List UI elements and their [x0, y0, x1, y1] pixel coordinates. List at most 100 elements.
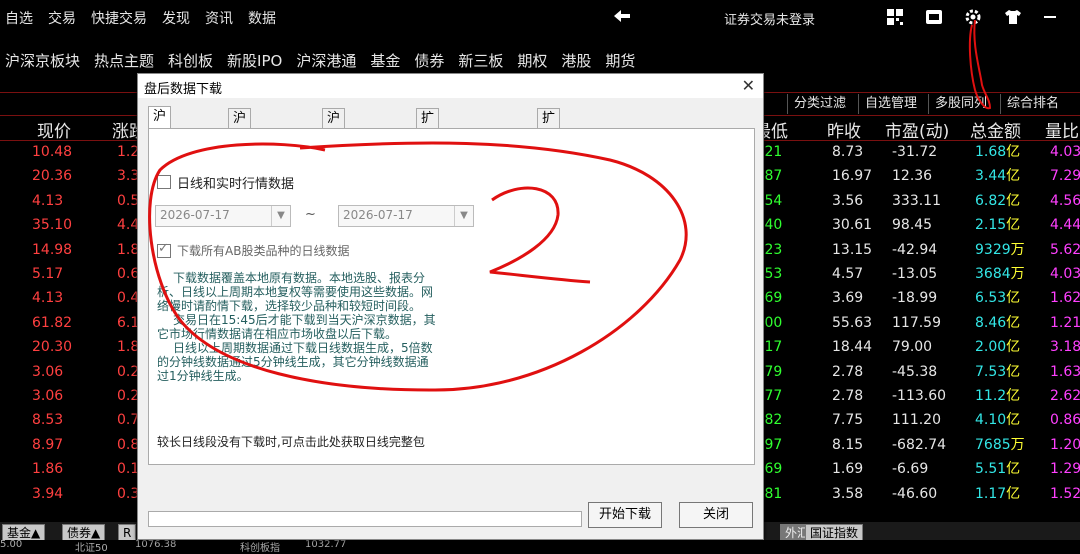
- status-bar: 5.00 北证50 1076.38 科创板指 1032.77: [0, 539, 1080, 554]
- nav-item[interactable]: 新三板: [458, 50, 503, 71]
- note-line: 它市场行情数据请在相应市场收盘以后下载。: [157, 327, 398, 341]
- daily-data-checkbox[interactable]: [157, 175, 171, 189]
- close-icon[interactable]: ✕: [742, 76, 755, 95]
- nav-item[interactable]: 热点主题: [94, 50, 154, 71]
- tab-timeshare[interactable]: 沪深京分时图: [322, 108, 346, 226]
- cell-amount: 11.2亿: [975, 384, 1020, 408]
- cell-pe: -6.69: [892, 461, 929, 478]
- top-menu-discover[interactable]: 发现: [162, 8, 190, 28]
- date-from-picker[interactable]: 2026-07-17 ▼: [155, 205, 291, 227]
- col-pe[interactable]: 市盈(动): [885, 117, 949, 142]
- dialog-title-bar[interactable]: 盘后数据下载 ✕: [138, 74, 763, 98]
- multi-stock-button[interactable]: 多股同列: [928, 94, 993, 114]
- cell-chg: 0.5: [117, 192, 140, 209]
- cell-amount-number: 2.15: [975, 217, 1007, 234]
- cell-price: 3.94: [32, 485, 64, 502]
- top-menu-watchlist[interactable]: 自选: [5, 8, 33, 28]
- chevron-down-icon[interactable]: ▼: [454, 206, 473, 226]
- nav-item[interactable]: 港股: [561, 50, 591, 71]
- cell-price: 4.13: [32, 290, 64, 307]
- cell-price: 20.36: [32, 168, 73, 185]
- watchlist-manage-button[interactable]: 自选管理: [858, 94, 923, 114]
- tab-ext-minute[interactable]: 扩展市场行情分钟线: [537, 108, 561, 286]
- cell-prev: 1.69: [832, 461, 864, 478]
- cell-prev: 8.73: [832, 144, 864, 160]
- cell-ratio: 2.62: [1050, 388, 1080, 404]
- cell-amount-unit: 亿: [1006, 388, 1021, 404]
- tab-daily[interactable]: 沪深京日线: [148, 106, 172, 204]
- cell-amount-number: 7685: [975, 436, 1011, 453]
- nav-item[interactable]: 基金: [370, 50, 400, 71]
- cell-amount: 4.10亿: [975, 408, 1020, 432]
- tab-minute[interactable]: 沪深京分钟线: [228, 108, 252, 226]
- cell-ratio: 1.62: [1050, 290, 1080, 307]
- ab-shares-checkbox[interactable]: [157, 241, 171, 258]
- cell-amount-unit: 亿: [1006, 217, 1021, 234]
- cell-ratio: 4.03: [1050, 144, 1080, 160]
- nav-item[interactable]: 债券: [414, 50, 444, 71]
- cell-amount-unit: 亿: [1006, 485, 1021, 502]
- nav-item[interactable]: 新股IPO: [227, 50, 282, 71]
- cell-chg: 4.4: [117, 217, 140, 234]
- cell-price: 61.82: [32, 314, 73, 331]
- cell-amount-number: 8.46: [975, 314, 1007, 331]
- nav-item[interactable]: 沪深京板块: [5, 50, 80, 71]
- back-arrow-icon[interactable]: [612, 6, 632, 31]
- close-button[interactable]: 关闭: [679, 502, 753, 528]
- cell-price: 3.06: [32, 388, 64, 404]
- col-volume-ratio[interactable]: 量比: [1045, 117, 1079, 142]
- cell-price: 10.48: [32, 144, 73, 160]
- cell-pe: 333.11: [892, 192, 941, 209]
- cell-ratio: 4.56: [1050, 192, 1080, 209]
- top-menu-news[interactable]: 资讯: [205, 8, 233, 28]
- nav-item[interactable]: 期货: [605, 50, 635, 71]
- cell-price: 8.53: [32, 412, 64, 429]
- cell-amount: 3.44亿: [975, 164, 1020, 188]
- cell-amount-unit: 亿: [1006, 290, 1021, 307]
- cell-chg: 3.3: [117, 168, 140, 185]
- cell-amount-unit: 亿: [1006, 339, 1021, 356]
- login-status[interactable]: 证券交易未登录: [724, 9, 815, 28]
- fs-icon[interactable]: [925, 8, 943, 26]
- nav-item[interactable]: 科创板: [168, 50, 213, 71]
- top-menu-quick-trade[interactable]: 快捷交易: [91, 8, 147, 28]
- layout-icon[interactable]: [886, 8, 904, 26]
- top-menu-trade[interactable]: 交易: [48, 8, 76, 28]
- col-amount[interactable]: 总金额: [970, 117, 1021, 142]
- full-package-link[interactable]: 较长日线段没有下载时,可点击此处获取日线完整包: [157, 433, 425, 450]
- shirt-icon[interactable]: [1004, 8, 1022, 26]
- status-item: 1076.38: [135, 539, 177, 550]
- col-price[interactable]: 现价: [37, 117, 71, 142]
- note-line: 交易日在15:45后才能下载到当天沪深京数据，其: [173, 313, 436, 327]
- cell-pe: 79.00: [892, 339, 933, 356]
- date-to-value: 2026-07-17: [343, 208, 413, 222]
- cell-amount-unit: 万: [1010, 241, 1025, 258]
- cell-prev: 3.69: [832, 290, 864, 307]
- nav-item[interactable]: 期权: [517, 50, 547, 71]
- tab-ext-daily[interactable]: 扩展市场行情日线: [416, 108, 440, 266]
- cell-chg: 0.2: [117, 388, 140, 404]
- note-line: 日线以上周期数据通过下载日线数据生成，5倍数: [173, 341, 433, 355]
- note-line: 析、日线以上周期本地复权等需要使用这些数据。网: [157, 285, 434, 299]
- nav-item[interactable]: 沪深港通: [296, 50, 356, 71]
- cell-price: 14.98: [32, 241, 73, 258]
- cell-amount-number: 7.53: [975, 363, 1007, 380]
- cell-ratio: 1.63: [1050, 363, 1080, 380]
- cell-prev: 2.78: [832, 363, 864, 380]
- gear-icon[interactable]: [964, 8, 982, 26]
- cell-prev: 18.44: [832, 339, 873, 356]
- filter-button[interactable]: 分类过滤: [787, 94, 852, 114]
- cell-pe: 117.59: [892, 314, 941, 331]
- cell-chg: 0.6: [117, 266, 140, 282]
- minimize-icon[interactable]: [1041, 8, 1059, 26]
- cell-chg: 6.1: [117, 314, 140, 331]
- col-prev-close[interactable]: 昨收: [827, 117, 861, 142]
- cell-prev: 13.15: [832, 241, 873, 258]
- cell-prev: 30.61: [832, 217, 873, 234]
- date-to-picker[interactable]: 2026-07-17 ▼: [338, 205, 474, 227]
- range-separator: ~: [305, 207, 316, 222]
- ranking-button[interactable]: 综合排名: [1000, 94, 1065, 114]
- top-menu-data[interactable]: 数据: [248, 8, 276, 28]
- start-download-button[interactable]: 开始下载: [588, 502, 662, 528]
- chevron-down-icon[interactable]: ▼: [271, 206, 290, 226]
